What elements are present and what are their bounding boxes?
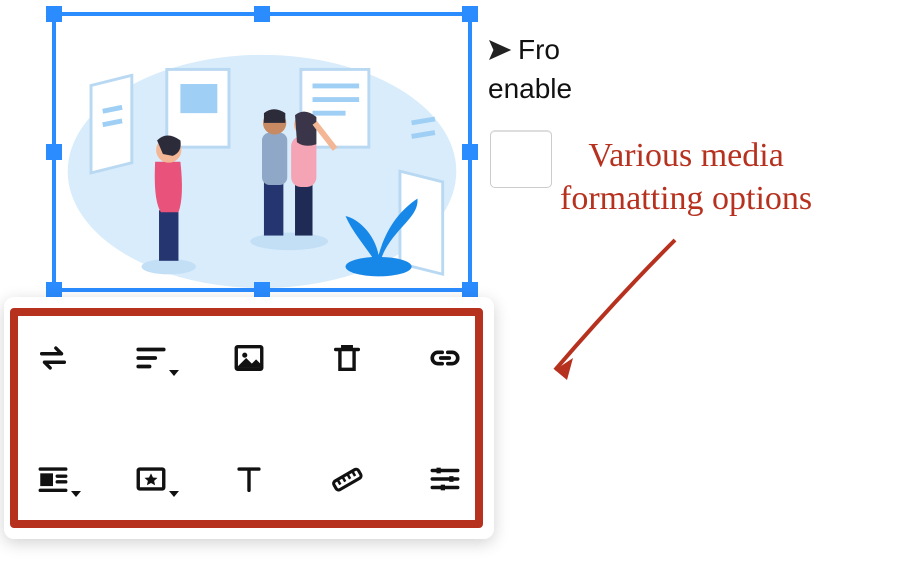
annotation-arrow	[495, 230, 695, 410]
resize-handle-top-right[interactable]	[462, 6, 478, 22]
resize-handle-top-middle[interactable]	[254, 6, 270, 22]
annotation-highlight-box	[10, 308, 483, 528]
bg-line2: enable	[488, 73, 572, 104]
resize-handle-middle-right[interactable]	[462, 144, 478, 160]
resize-handle-bottom-left[interactable]	[46, 282, 62, 298]
bg-line1: Fro	[518, 34, 560, 65]
resize-handle-bottom-right[interactable]	[462, 282, 478, 298]
paper-plane-icon	[488, 38, 512, 62]
background-input-fragment	[490, 130, 552, 188]
resize-handle-top-left[interactable]	[46, 6, 62, 22]
selected-image[interactable]	[52, 12, 472, 292]
annotation-text: Various media formatting options	[560, 135, 812, 220]
resize-handle-middle-left[interactable]	[46, 144, 62, 160]
background-cropped-text: Fro enable	[488, 30, 572, 108]
resize-handle-bottom-middle[interactable]	[254, 282, 270, 298]
gallery-illustration	[56, 16, 468, 288]
